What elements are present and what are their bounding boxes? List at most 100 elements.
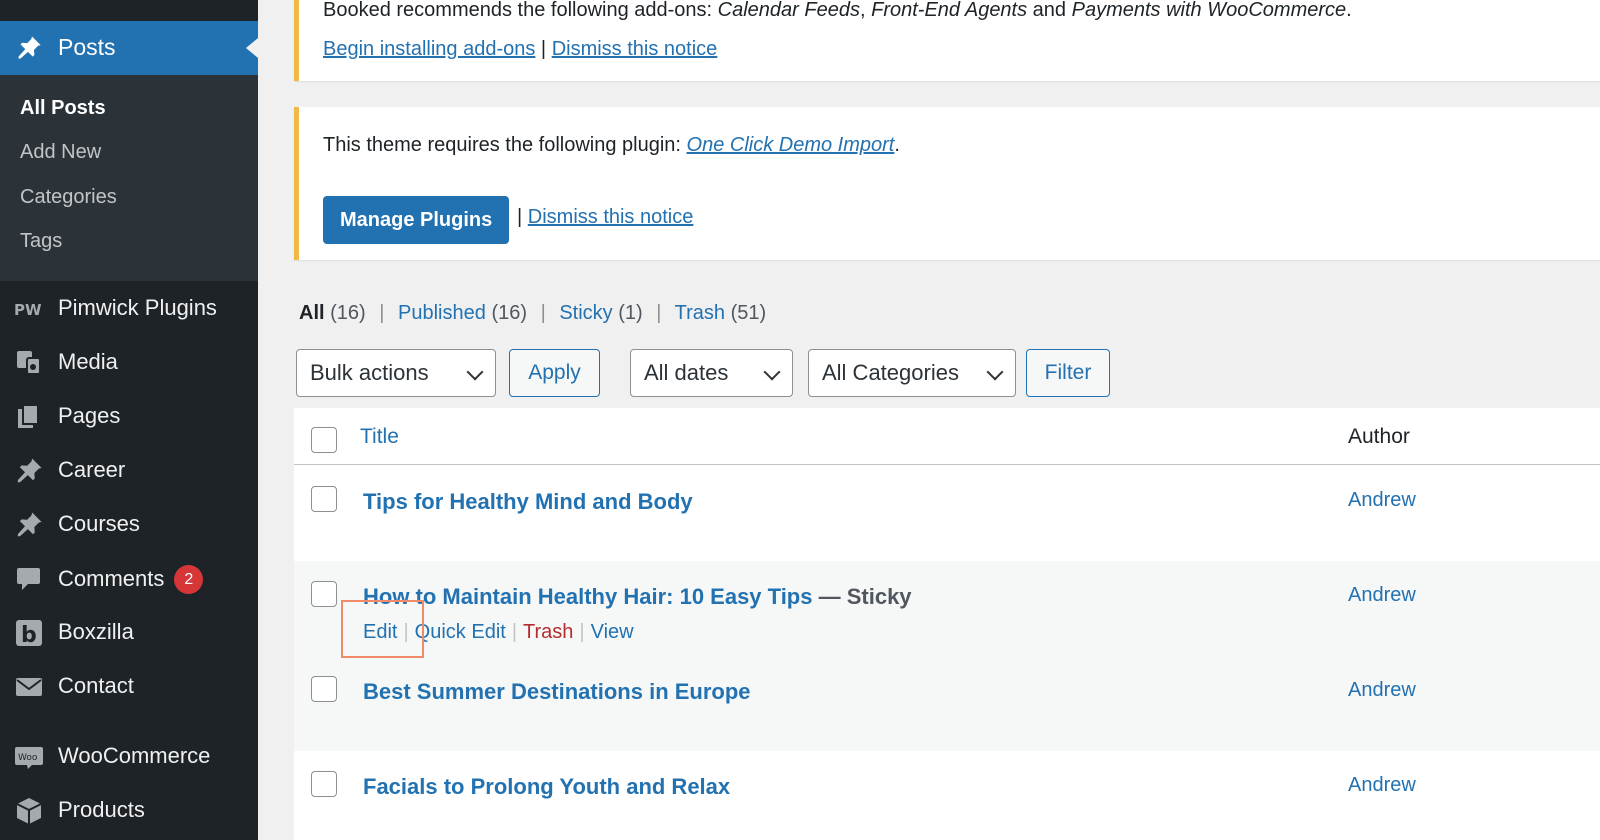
- row-checkbox[interactable]: [311, 771, 337, 797]
- view-trash[interactable]: Trash: [675, 302, 725, 324]
- theme-plugin-notice: This theme requires the following plugin…: [294, 107, 1600, 260]
- period: .: [1346, 0, 1352, 21]
- post-title-link[interactable]: Best Summer Destinations in Europe: [363, 679, 751, 705]
- sidebar-item-career[interactable]: Career: [0, 444, 258, 496]
- post-author-link[interactable]: Andrew: [1348, 774, 1416, 797]
- sidebar-item-label: Posts: [58, 34, 116, 60]
- comments-count-badge: 2: [174, 565, 204, 594]
- posts-table: Title Author Tips for Healthy Mind and B…: [294, 408, 1600, 840]
- row-checkbox[interactable]: [311, 581, 337, 607]
- plugin-link[interactable]: One Click Demo Import: [687, 134, 895, 156]
- period: .: [894, 134, 900, 156]
- dismiss-notice-link[interactable]: Dismiss this notice: [528, 206, 694, 228]
- post-title: How to Maintain Healthy Hair: 10 Easy Ti…: [363, 584, 912, 610]
- submenu-categories[interactable]: Categories: [20, 186, 117, 209]
- sidebar-item-label: Boxzilla: [58, 619, 134, 644]
- conjunction: and: [1027, 0, 1072, 21]
- submenu-all-posts[interactable]: All Posts: [20, 97, 106, 120]
- filter-button[interactable]: Filter: [1026, 349, 1110, 397]
- envelope-icon: [16, 678, 42, 696]
- dates-select[interactable]: All dates: [630, 349, 793, 397]
- sidebar-item-label: WooCommerce: [58, 743, 211, 768]
- pushpin-icon: [18, 36, 41, 59]
- categories-select[interactable]: All Categories: [808, 349, 1016, 397]
- notice-message: This theme requires the following plugin…: [323, 134, 900, 157]
- post-author-link[interactable]: Andrew: [1348, 584, 1416, 607]
- sidebar-item-pages[interactable]: Pages: [0, 390, 258, 442]
- table-row: Facials to Prolong Youth and Relax Andre…: [294, 751, 1600, 840]
- notice-actions: | Dismiss this notice: [517, 206, 693, 229]
- view-count: (16): [330, 302, 366, 324]
- admin-sidebar: Posts All Posts Add New Categories Tags …: [0, 0, 258, 840]
- row-actions: Edit | Quick Edit | Trash | View: [363, 621, 634, 644]
- view-sticky[interactable]: Sticky: [559, 302, 612, 324]
- select-all-checkbox[interactable]: [311, 427, 337, 453]
- manage-plugins-button[interactable]: Manage Plugins: [323, 196, 510, 244]
- edit-link[interactable]: Edit: [363, 621, 397, 643]
- separator: |: [379, 302, 385, 324]
- row-checkbox[interactable]: [311, 676, 337, 702]
- sidebar-item-pimwick-plugins[interactable]: PW Pimwick Plugins: [0, 282, 258, 334]
- sidebar-item-media[interactable]: Media: [0, 336, 258, 388]
- sidebar-item-label: Contact: [58, 673, 134, 698]
- post-state: — Sticky: [812, 584, 912, 609]
- addon-name: Payments with WooCommerce: [1071, 0, 1347, 21]
- separator: |: [579, 621, 585, 643]
- table-row: Tips for Healthy Mind and Body Andrew: [294, 466, 1600, 561]
- select-value: All Categories: [822, 360, 959, 385]
- woo-icon: Woo: [15, 747, 43, 769]
- sidebar-item-label: Courses: [58, 511, 140, 536]
- sidebar-item-label: Career: [58, 457, 126, 482]
- boxzilla-icon: b: [16, 620, 42, 648]
- view-all[interactable]: All: [299, 302, 325, 324]
- bulk-actions-select[interactable]: Bulk actions: [296, 349, 496, 397]
- separator: |: [511, 621, 518, 643]
- media-icon: [17, 351, 41, 375]
- submenu-add-new[interactable]: Add New: [20, 141, 101, 164]
- post-author-link[interactable]: Andrew: [1348, 679, 1416, 702]
- notice-message: Booked recommends the following add-ons:…: [323, 0, 1352, 22]
- trash-link[interactable]: Trash: [523, 621, 573, 643]
- view-link[interactable]: View: [591, 621, 634, 643]
- separator: |: [517, 206, 528, 228]
- select-value: All dates: [644, 360, 729, 385]
- view-published[interactable]: Published: [398, 302, 486, 324]
- submenu-tags[interactable]: Tags: [20, 230, 62, 253]
- post-title-link[interactable]: Tips for Healthy Mind and Body: [363, 489, 693, 515]
- separator: |: [540, 302, 546, 324]
- pushpin-icon: [17, 512, 42, 537]
- sidebar-item-label: Products: [58, 797, 145, 822]
- select-value: Bulk actions: [310, 360, 429, 385]
- table-header: Title Author: [294, 408, 1600, 465]
- row-checkbox[interactable]: [311, 486, 337, 512]
- svg-text:PW: PW: [14, 301, 42, 319]
- post-title-link[interactable]: Facials to Prolong Youth and Relax: [363, 774, 730, 800]
- begin-installing-link[interactable]: Begin installing add-ons: [323, 38, 535, 60]
- separator: ,: [859, 0, 872, 21]
- post-author-link[interactable]: Andrew: [1348, 489, 1416, 512]
- column-title-header[interactable]: Title: [360, 425, 399, 449]
- quick-edit-link[interactable]: Quick Edit: [415, 621, 506, 643]
- sidebar-item-woocommerce[interactable]: Woo WooCommerce: [0, 730, 258, 782]
- apply-button[interactable]: Apply: [509, 349, 600, 397]
- separator: |: [535, 38, 552, 60]
- sidebar-item-contact[interactable]: Contact: [0, 660, 258, 712]
- dismiss-notice-link[interactable]: Dismiss this notice: [552, 38, 718, 60]
- separator: |: [656, 302, 662, 324]
- separator: |: [403, 621, 409, 643]
- main-content: Booked recommends the following add-ons:…: [258, 0, 1600, 840]
- view-count: (16): [491, 302, 528, 324]
- notice-text: This theme requires the following plugin…: [323, 134, 687, 156]
- table-row: How to Maintain Healthy Hair: 10 Easy Ti…: [294, 561, 1600, 656]
- sidebar-item-boxzilla[interactable]: b Boxzilla: [0, 606, 258, 658]
- pushpin-icon: [17, 458, 42, 483]
- table-row: Best Summer Destinations in Europe Andre…: [294, 656, 1600, 751]
- post-title-link[interactable]: How to Maintain Healthy Hair: 10 Easy Ti…: [363, 584, 813, 609]
- notice-actions: Begin installing add-ons | Dismiss this …: [323, 38, 717, 61]
- sidebar-item-products[interactable]: Products: [0, 784, 258, 836]
- sidebar-item-posts[interactable]: Posts: [0, 21, 258, 75]
- sidebar-item-label: Comments 2: [58, 565, 204, 594]
- sidebar-item-courses[interactable]: Courses: [0, 498, 258, 550]
- pimwick-icon: PW: [14, 301, 42, 319]
- sidebar-item-comments[interactable]: Comments 2: [0, 552, 258, 604]
